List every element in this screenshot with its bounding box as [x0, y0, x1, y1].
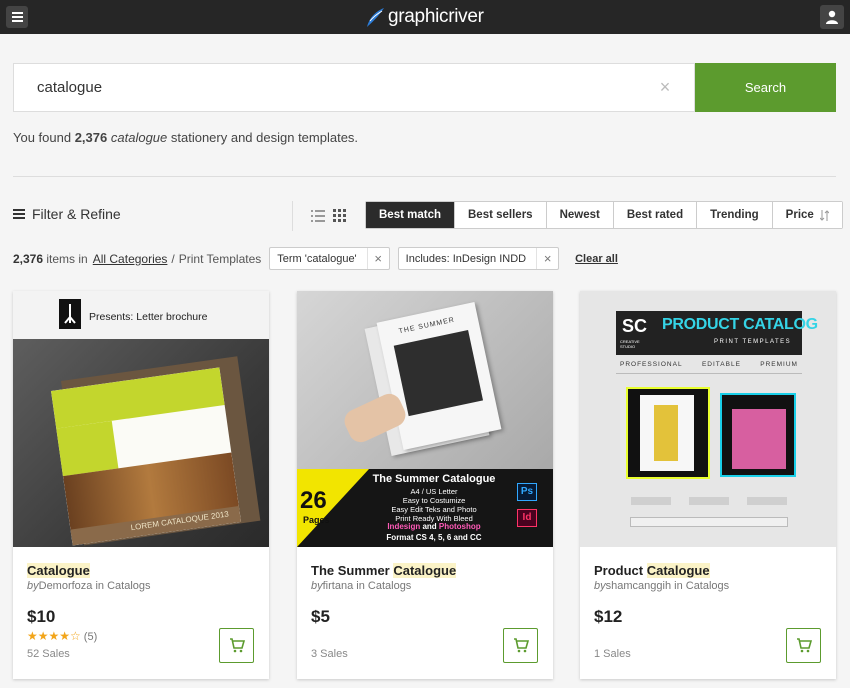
- sort-trending[interactable]: Trending: [696, 202, 772, 228]
- leaf-logo-icon: [367, 8, 384, 27]
- add-to-cart-button[interactable]: [503, 628, 538, 663]
- product-price: $10: [27, 607, 56, 626]
- sales-count: 52 Sales: [27, 648, 70, 660]
- search-button[interactable]: Search: [695, 63, 836, 112]
- cart-icon: [230, 638, 245, 653]
- sliders-icon: [13, 209, 25, 219]
- logo[interactable]: graphicriver: [364, 4, 484, 30]
- filter-refine-toggle[interactable]: Filter & Refine: [13, 206, 121, 222]
- clear-all-link[interactable]: Clear all: [575, 253, 618, 265]
- search-bar: × Search: [13, 63, 836, 112]
- search-input[interactable]: [13, 63, 695, 112]
- product-author: byDemorfoza in Catalogs: [27, 580, 151, 592]
- stars-icon: ★★★★☆: [27, 629, 81, 643]
- divider: [13, 176, 836, 177]
- product-thumbnail[interactable]: THE SUMMER 26 Pages The Summer Catalogue…: [297, 291, 553, 547]
- star-rating: ★★★★☆ (5): [27, 629, 98, 643]
- product-card[interactable]: THE SUMMER 26 Pages The Summer Catalogue…: [297, 291, 553, 679]
- indesign-icon: Id: [517, 509, 537, 527]
- breadcrumb: 2,376 items in All Categories / Print Te…: [13, 247, 618, 270]
- vertical-divider: [292, 201, 293, 231]
- remove-tag-icon[interactable]: ×: [536, 248, 558, 269]
- brand-logo-icon: [59, 299, 81, 329]
- logo-text: graphicriver: [388, 6, 484, 27]
- cart-icon: [514, 638, 529, 653]
- product-title[interactable]: Product Catalogue: [594, 563, 710, 578]
- clear-search-icon[interactable]: ×: [655, 77, 675, 97]
- thumb-header: Presents: Letter brochure: [89, 311, 208, 323]
- user-icon[interactable]: [820, 5, 844, 29]
- product-title[interactable]: The Summer Catalogue: [311, 563, 457, 578]
- product-thumbnail[interactable]: SC CREATIVE STUDIO PRODUCT CATALOG PRINT…: [580, 291, 836, 547]
- subcategory-label: Print Templates: [178, 251, 262, 266]
- sort-options: Best match Best sellers Newest Best rate…: [365, 201, 843, 229]
- sales-count: 1 Sales: [594, 648, 631, 660]
- product-card[interactable]: Presents: Letter brochure LOREM CATALOQU…: [13, 291, 269, 679]
- grid-view-icon[interactable]: [333, 209, 346, 227]
- list-view-icon[interactable]: [311, 209, 325, 227]
- photoshop-icon: Ps: [517, 483, 537, 501]
- results-summary: You found 2,376 catalogue stationery and…: [13, 130, 359, 145]
- remove-tag-icon[interactable]: ×: [366, 248, 389, 269]
- sort-best-match[interactable]: Best match: [366, 202, 454, 228]
- item-count: 2,376 items in: [13, 251, 88, 266]
- sort-best-rated[interactable]: Best rated: [612, 202, 697, 228]
- cart-icon: [797, 638, 812, 653]
- sort-newest[interactable]: Newest: [545, 202, 613, 228]
- filter-tag-software: Includes: InDesign INDD ×: [397, 247, 560, 270]
- product-thumbnail[interactable]: Presents: Letter brochure LOREM CATALOQU…: [13, 291, 269, 547]
- add-to-cart-button[interactable]: [786, 628, 821, 663]
- product-author: byshamcanggih in Catalogs: [594, 580, 730, 592]
- sales-count: 3 Sales: [311, 648, 348, 660]
- sort-arrows-icon: [819, 209, 829, 221]
- product-author: byfirtana in Catalogs: [311, 580, 412, 592]
- filter-tag-term: Term 'catalogue' ×: [269, 247, 390, 270]
- all-categories-link[interactable]: All Categories: [93, 252, 168, 266]
- hamburger-menu-icon[interactable]: [6, 6, 28, 28]
- top-bar: graphicriver: [0, 0, 850, 34]
- product-title[interactable]: Catalogue: [27, 563, 90, 578]
- product-card[interactable]: SC CREATIVE STUDIO PRODUCT CATALOG PRINT…: [580, 291, 836, 679]
- add-to-cart-button[interactable]: [219, 628, 254, 663]
- product-price: $12: [594, 607, 623, 626]
- sort-price[interactable]: Price: [771, 202, 842, 228]
- product-price: $5: [311, 607, 330, 626]
- sort-best-sellers[interactable]: Best sellers: [454, 202, 546, 228]
